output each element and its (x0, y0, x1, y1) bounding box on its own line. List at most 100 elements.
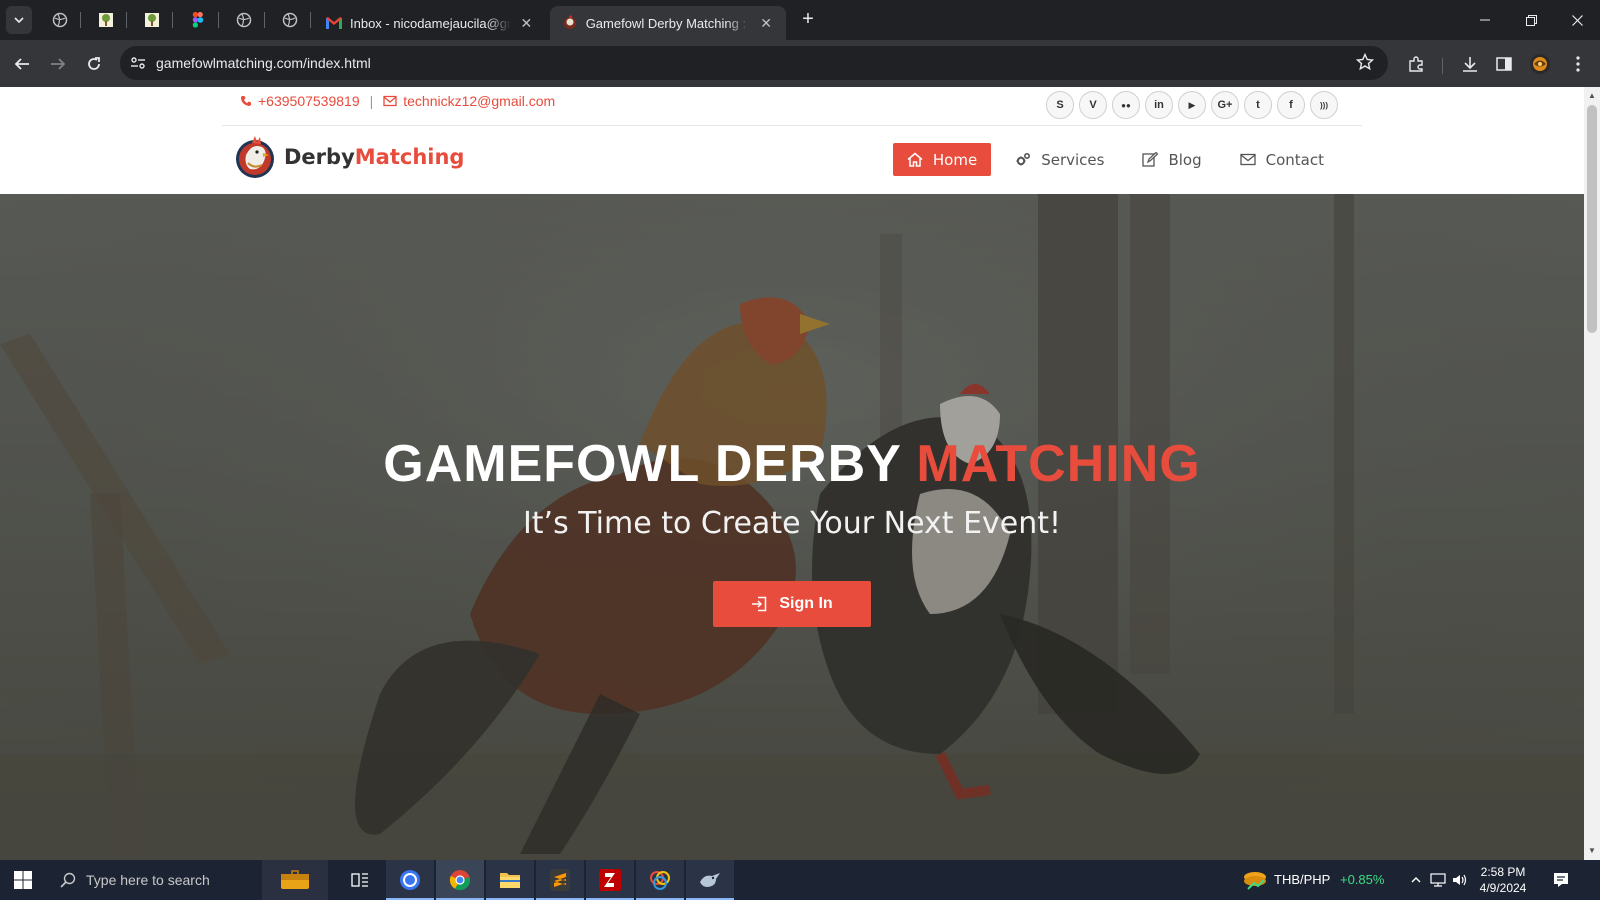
show-hidden-icons-icon[interactable] (1408, 872, 1424, 888)
phone-link[interactable]: +639507539819 (258, 93, 360, 109)
rooster-icon (562, 15, 578, 31)
restore-button[interactable] (1508, 6, 1554, 34)
task-view-icon (351, 873, 368, 887)
globe-icon (282, 12, 298, 28)
page-scrollbar[interactable]: ▲ ▼ (1584, 87, 1600, 860)
scroll-down-arrow-icon[interactable]: ▼ (1584, 843, 1600, 859)
side-panel-icon[interactable] (1492, 52, 1516, 76)
scrollbar-thumb[interactable] (1587, 105, 1597, 333)
filezilla-icon (599, 869, 621, 891)
taskbar-search-box[interactable]: Type here to search (50, 860, 256, 900)
reload-button[interactable] (80, 50, 108, 78)
minimize-button[interactable] (1462, 6, 1508, 34)
download-icon[interactable] (1458, 52, 1482, 76)
network-icon[interactable] (1430, 872, 1446, 888)
close-icon (1571, 14, 1583, 26)
pinned-tab-globe-3[interactable] (278, 8, 302, 32)
home-icon (907, 152, 923, 167)
bookmark-star-icon[interactable] (1355, 52, 1376, 73)
pinned-tab-figma[interactable] (186, 8, 210, 32)
forward-button[interactable] (44, 50, 72, 78)
taskbar-app-filezilla[interactable] (586, 860, 634, 900)
nav-contact[interactable]: Contact (1226, 143, 1338, 176)
skype-icon[interactable]: S (1046, 91, 1074, 119)
address-bar[interactable]: gamefowlmatching.com/index.html (120, 46, 1388, 80)
task-view-button[interactable] (336, 860, 384, 900)
nav-home[interactable]: Home (892, 143, 992, 176)
ticker-widget-icon[interactable] (1242, 869, 1268, 891)
nav-services[interactable]: Services (1001, 143, 1118, 176)
pinned-tab-tree-1[interactable] (94, 8, 118, 32)
tree-icon (99, 13, 113, 27)
extensions-icon[interactable] (1404, 52, 1428, 76)
hero-content: GAMEFOWL DERBY MATCHING It’s Time to Cre… (0, 434, 1584, 627)
envelope-icon (383, 95, 397, 107)
pinned-tab-globe-1[interactable] (48, 8, 72, 32)
main-navbar: DerbyMatching Home Services Blog Contact (222, 127, 1362, 195)
pinned-tab-tree-2[interactable] (140, 8, 164, 32)
linkedin-icon[interactable]: in (1145, 91, 1173, 119)
vimeo-icon[interactable]: V (1079, 91, 1107, 119)
minimize-icon (1480, 19, 1490, 21)
twitter-icon[interactable]: t (1244, 91, 1272, 119)
pinned-tab-globe-2[interactable] (232, 8, 256, 32)
start-button[interactable] (0, 860, 46, 900)
nav-blog[interactable]: Blog (1128, 143, 1215, 176)
sublime-text-icon (550, 869, 570, 891)
tab-search-button[interactable] (6, 6, 32, 34)
site-logo[interactable]: DerbyMatching (234, 133, 464, 181)
tab-gamefowl[interactable]: Gamefowl Derby Matching : Free ✕ (550, 6, 786, 40)
system-clock[interactable]: 2:58 PM 4/9/2024 (1468, 864, 1538, 896)
notifications-icon[interactable] (1552, 871, 1570, 889)
brand-name: DerbyMatching (284, 145, 464, 169)
windows-logo-icon (14, 871, 32, 889)
social-links: S V ●● in ▶ G+ t f ))) (1046, 91, 1338, 119)
site-info-icon[interactable] (126, 51, 150, 75)
close-tab-icon[interactable]: ✕ (519, 15, 534, 32)
contact-info: +639507539819 | technickz12@gmail.com (240, 93, 555, 109)
taskbar-app-sublime[interactable] (536, 860, 584, 900)
flickr-icon[interactable]: ●● (1112, 91, 1140, 119)
close-tab-icon[interactable]: ✕ (758, 15, 774, 32)
chat-app-icon (400, 870, 420, 890)
taskbar-app-signal[interactable] (386, 860, 434, 900)
taskbar-app-colorful[interactable] (636, 860, 684, 900)
close-window-button[interactable] (1554, 6, 1600, 34)
envelope-icon (1239, 153, 1256, 166)
reload-icon (88, 57, 100, 70)
tab-title: Gamefowl Derby Matching : Free (585, 15, 751, 31)
profile-avatar[interactable] (1528, 52, 1552, 76)
nav-home-label: Home (932, 150, 978, 169)
scroll-up-arrow-icon[interactable]: ▲ (1584, 88, 1600, 104)
arrow-left-icon (14, 58, 29, 70)
tab-gmail-inbox[interactable]: Inbox - nicodamejaucila@gmail.com ✕ (314, 6, 546, 40)
app-circles-icon (650, 871, 670, 890)
arrow-right-icon (51, 58, 66, 70)
gears-icon (1016, 152, 1031, 166)
menu-kebab-icon[interactable] (1566, 52, 1590, 76)
rss-icon[interactable]: ))) (1310, 91, 1338, 119)
globe-icon (52, 12, 68, 28)
email-link[interactable]: technickz12@gmail.com (403, 93, 555, 109)
back-button[interactable] (8, 50, 36, 78)
sign-in-button[interactable]: Sign In (713, 581, 871, 627)
brand-suffix: Matching (354, 145, 465, 169)
youtube-icon[interactable]: ▶ (1178, 91, 1206, 119)
taskbar-app-bird[interactable] (686, 860, 734, 900)
new-tab-button[interactable]: + (796, 8, 820, 32)
figma-icon (192, 12, 204, 28)
search-placeholder: Type here to search (86, 872, 210, 888)
chevron-down-icon (14, 17, 24, 24)
facebook-icon[interactable]: f (1277, 91, 1305, 119)
google-plus-icon[interactable]: G+ (1211, 91, 1239, 119)
nav-blog-label: Blog (1168, 150, 1202, 169)
hero-banner: GAMEFOWL DERBY MATCHING It’s Time to Cre… (0, 194, 1584, 860)
main-menu: Home Services Blog Contact (883, 143, 1338, 176)
tab-strip: Inbox - nicodamejaucila@gmail.com ✕ Game… (0, 0, 1600, 40)
taskbar-app-chrome[interactable] (436, 860, 484, 900)
search-icon (60, 872, 76, 888)
volume-icon[interactable] (1452, 872, 1468, 888)
taskbar-app-file-explorer[interactable] (486, 860, 534, 900)
browser-toolbar: gamefowlmatching.com/index.html (0, 40, 1600, 87)
taskbar-widget-briefcase[interactable] (262, 860, 328, 900)
